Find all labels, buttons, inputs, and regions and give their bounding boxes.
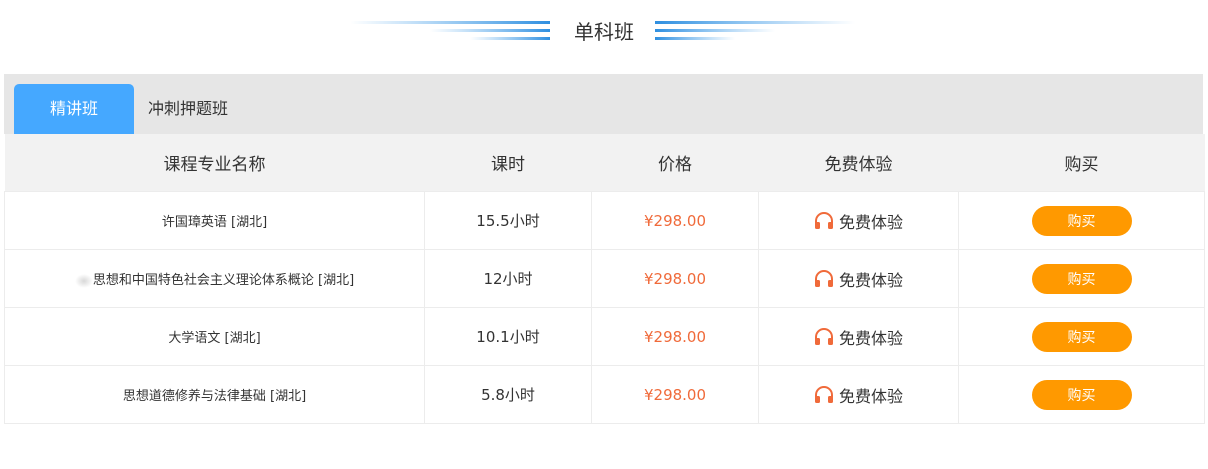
tab-sprint-class[interactable]: 冲刺押题班 [148,84,258,134]
buy-button[interactable]: 购买 [1031,379,1132,410]
free-trial-link[interactable]: 免费体验 [758,249,959,308]
section-header: 单科班 [0,0,1208,64]
table-row: 思想和中国特色社会主义理论体系概论 [湖北] 12小时 ¥298.00 免费体验… [4,249,1205,308]
course-name-text: 思想道德修养与法律基础 [湖北] [122,389,307,404]
free-trial-label: 免费体验 [838,212,903,232]
course-hours: 12小时 [424,249,592,308]
course-tabs: 精讲班 冲刺押题班 [4,74,1203,134]
right-decor-lines-icon [655,21,855,40]
course-name: 思想道德修养与法律基础 [湖北] [4,365,425,424]
free-trial-link[interactable]: 免费体验 [758,307,959,366]
blurred-text-mark [74,273,93,288]
headphones-icon [814,327,833,345]
headphones-icon [814,211,833,229]
free-trial-link[interactable]: 免费体验 [758,191,959,250]
header-buy: 购买 [958,134,1205,192]
header-free-trial: 免费体验 [758,134,959,192]
free-trial-link[interactable]: 免费体验 [758,365,959,424]
table-row: 思想道德修养与法律基础 [湖北] 5.8小时 ¥298.00 免费体验 购买 [4,365,1205,424]
course-hours: 10.1小时 [424,307,592,366]
buy-cell: 购买 [958,307,1205,366]
buy-button[interactable]: 购买 [1031,263,1132,294]
header-course-name: 课程专业名称 [4,134,425,192]
free-trial-label: 免费体验 [838,328,903,348]
section-title: 单科班 [574,20,634,44]
tab-lecture-class[interactable]: 精讲班 [14,84,134,134]
buy-cell: 购买 [958,191,1205,250]
course-price: ¥298.00 [591,191,759,250]
course-hours: 15.5小时 [424,191,592,250]
course-name: 大学语文 [湖北] [4,307,425,366]
course-name: 许国璋英语 [湖北] [4,191,425,250]
course-hours: 5.8小时 [424,365,592,424]
header-price: 价格 [591,134,759,192]
course-price: ¥298.00 [591,307,759,366]
buy-cell: 购买 [958,365,1205,424]
buy-button[interactable]: 购买 [1031,321,1132,352]
buy-cell: 购买 [958,249,1205,308]
header-hours: 课时 [424,134,592,192]
table-row: 许国璋英语 [湖北] 15.5小时 ¥298.00 免费体验 购买 [4,191,1205,250]
headphones-icon [814,385,833,403]
course-name-text: 大学语文 [湖北] [168,331,261,346]
course-price: ¥298.00 [591,365,759,424]
course-table: 课程专业名称 课时 价格 免费体验 购买 许国璋英语 [湖北] 15.5小时 ¥… [4,134,1205,424]
free-trial-label: 免费体验 [838,270,903,290]
free-trial-label: 免费体验 [838,386,903,406]
headphones-icon [814,269,833,287]
course-name: 思想和中国特色社会主义理论体系概论 [湖北] [4,249,425,308]
course-name-text: 许国璋英语 [湖北] [161,215,268,230]
buy-button[interactable]: 购买 [1031,205,1132,236]
course-price: ¥298.00 [591,249,759,308]
table-row: 大学语文 [湖北] 10.1小时 ¥298.00 免费体验 购买 [4,307,1205,366]
table-header-row: 课程专业名称 课时 价格 免费体验 购买 [4,134,1205,192]
left-decor-lines-icon [350,21,550,40]
course-name-text: 思想和中国特色社会主义理论体系概论 [湖北] [92,273,355,288]
